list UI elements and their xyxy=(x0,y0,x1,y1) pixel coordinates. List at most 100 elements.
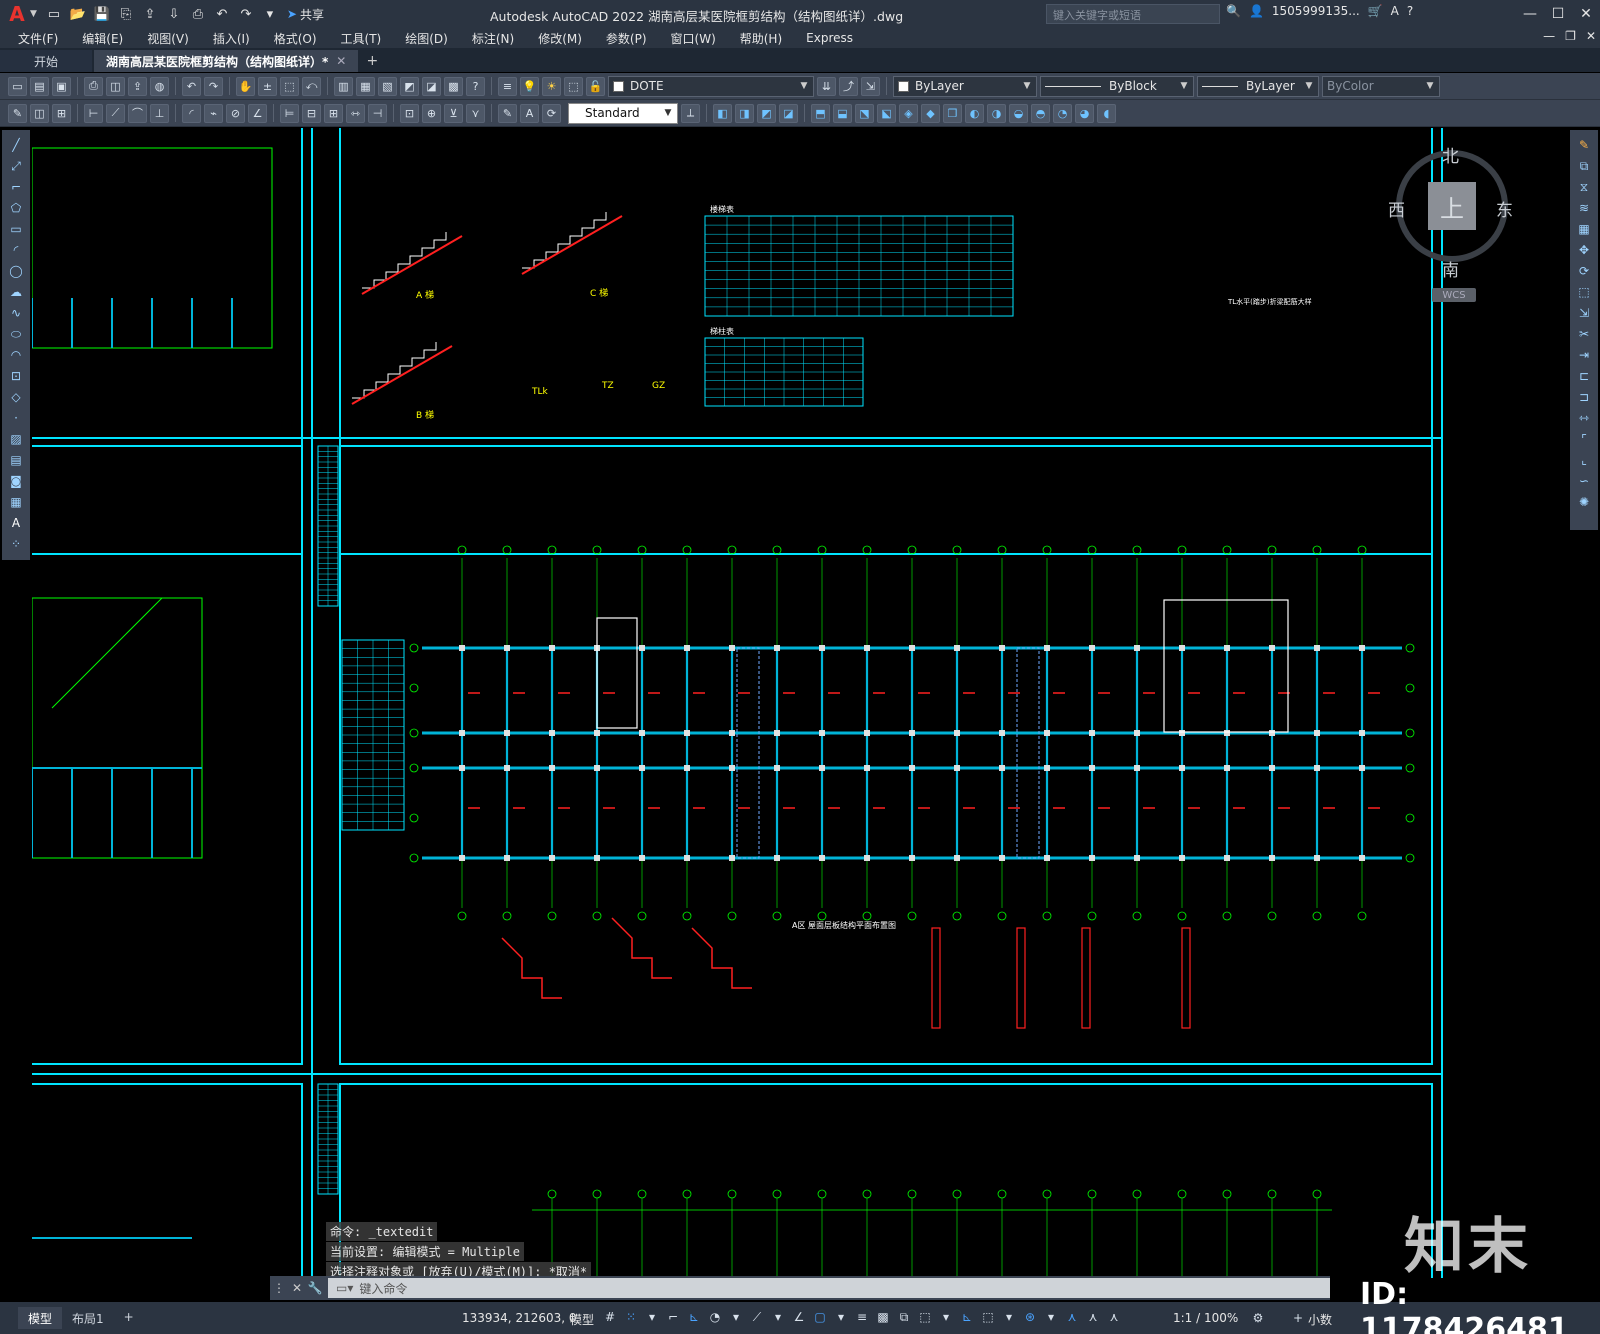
grip-icon[interactable]: ⋮ xyxy=(270,1281,288,1295)
delete-faces-icon[interactable]: ⬕ xyxy=(877,103,896,123)
3dprint-icon[interactable]: ◍ xyxy=(150,76,169,96)
ortho-icon[interactable]: ⊾ xyxy=(686,1308,702,1326)
object-snap-icon[interactable]: ▢ xyxy=(812,1308,828,1326)
color-faces-icon[interactable]: ◐ xyxy=(965,103,984,123)
chevron-down-icon[interactable]: ▾ xyxy=(728,1308,744,1326)
markup-icon[interactable]: ◪ xyxy=(422,76,441,96)
subtract-icon[interactable]: ◨ xyxy=(735,103,754,123)
region-icon[interactable]: ◙ xyxy=(6,472,26,490)
rotate-faces-icon[interactable]: ◈ xyxy=(899,103,918,123)
publish-icon[interactable]: ⇩ xyxy=(165,5,183,23)
open-icon[interactable]: 📂 xyxy=(69,5,87,23)
model-space-toggle[interactable]: 模型 xyxy=(570,1311,594,1328)
break-at-point-icon[interactable]: ⊏ xyxy=(1574,367,1594,385)
annotation-scale-icon[interactable]: ⋏ xyxy=(1106,1308,1122,1326)
match-icon[interactable]: ✎ xyxy=(8,103,27,123)
drawing-canvas[interactable]: A 梯 C 梯 B 梯 TLk TZ GZ 楼梯表 梯柱表 A区 屋面层板结构平… xyxy=(32,128,1566,1278)
arc-icon[interactable]: ◜ xyxy=(6,241,26,259)
menu-draw[interactable]: 绘图(D) xyxy=(405,30,448,47)
sheetset-icon[interactable]: ◩ xyxy=(400,76,419,96)
union-icon[interactable]: ◧ xyxy=(713,103,732,123)
revision-cloud-icon[interactable]: ☁ xyxy=(6,283,26,301)
coordinates-readout[interactable]: 133934, 212603, 0 xyxy=(462,1311,577,1325)
trim-icon[interactable]: ✂ xyxy=(1574,325,1594,343)
clean-icon[interactable]: ◓ xyxy=(1031,103,1050,123)
dim-angular-icon[interactable]: ∠ xyxy=(248,103,267,123)
menu-window[interactable]: 窗口(W) xyxy=(671,30,716,47)
add-selected-icon[interactable]: ⁘ xyxy=(6,535,26,553)
doc-restore-icon[interactable]: ❐ xyxy=(1565,29,1576,43)
ellipse-arc-icon[interactable]: ◠ xyxy=(6,346,26,364)
menu-file[interactable]: 文件(F) xyxy=(18,30,58,47)
object-snap-tracking-icon[interactable]: ∠ xyxy=(791,1308,807,1326)
settings-icon[interactable]: ⚙ xyxy=(1250,1309,1266,1327)
chevron-down-icon[interactable]: ▾ xyxy=(770,1308,786,1326)
properties-icon[interactable]: ▥ xyxy=(334,76,353,96)
rectangle-icon[interactable]: ▭ xyxy=(6,220,26,238)
viewcube[interactable]: 上 北 南 东 西 WCS xyxy=(1388,140,1516,310)
redo-icon[interactable]: ↷ xyxy=(237,5,255,23)
menu-insert[interactable]: 插入(I) xyxy=(213,30,250,47)
wcs-menu[interactable]: WCS xyxy=(1432,288,1476,302)
app-menu-chevron-icon[interactable]: ▼ xyxy=(30,9,37,19)
doc-close-icon[interactable]: ✕ xyxy=(1586,29,1596,43)
add-layout-icon[interactable]: + xyxy=(114,1307,144,1329)
help-icon[interactable]: ? xyxy=(466,76,485,96)
layer-properties-icon[interactable]: ≡ xyxy=(498,76,517,96)
offset-faces-icon[interactable]: ⬔ xyxy=(855,103,874,123)
table-icon[interactable]: ▦ xyxy=(6,493,26,511)
taper-faces-icon[interactable]: ◆ xyxy=(921,103,940,123)
copy-edges-icon[interactable]: ◑ xyxy=(987,103,1006,123)
gizmo-icon[interactable]: ⊛ xyxy=(1022,1308,1038,1326)
save-icon[interactable]: ▣ xyxy=(52,76,71,96)
ellipse-icon[interactable]: ⬭ xyxy=(6,325,26,343)
line-icon[interactable]: ╱ xyxy=(6,136,26,154)
menu-express[interactable]: Express xyxy=(806,31,853,45)
insert-block-icon[interactable]: ⊡ xyxy=(6,367,26,385)
dim-edit-icon[interactable]: ✎ xyxy=(498,103,517,123)
circle-icon[interactable]: ◯ xyxy=(6,262,26,280)
layer-lock-icon[interactable]: 🔓 xyxy=(586,76,605,96)
erase-icon[interactable]: ✎ xyxy=(1574,136,1594,154)
menu-modify[interactable]: 修改(M) xyxy=(538,30,582,47)
separate-icon[interactable]: ◔ xyxy=(1053,103,1072,123)
dim-aligned-icon[interactable]: ⟋ xyxy=(106,103,125,123)
dim-linear-icon[interactable]: ⊢ xyxy=(84,103,103,123)
break-icon[interactable]: ⊐ xyxy=(1574,388,1594,406)
customize-icon[interactable]: 🔧 xyxy=(306,1281,324,1295)
mtext-icon[interactable]: A xyxy=(6,514,26,532)
extrude-faces-icon[interactable]: ⬒ xyxy=(811,103,830,123)
polygon-icon[interactable]: ⬠ xyxy=(6,199,26,217)
fillet-icon[interactable]: ⌞ xyxy=(1574,451,1594,469)
imprint-icon[interactable]: ◒ xyxy=(1009,103,1028,123)
copy-icon[interactable]: ⧉ xyxy=(1574,157,1594,175)
chevron-down-icon[interactable]: ▾ xyxy=(938,1308,954,1326)
doc-minimize-icon[interactable]: — xyxy=(1543,29,1555,43)
isodraft-icon[interactable]: ⟋ xyxy=(749,1308,765,1326)
search-icon[interactable]: 🔍 xyxy=(1226,4,1241,18)
dim-space-icon[interactable]: ⇿ xyxy=(346,103,365,123)
dynamic-ucs-icon[interactable]: ⊾ xyxy=(959,1308,975,1326)
publish-icon[interactable]: ⇪ xyxy=(128,76,147,96)
zoom-realtime-icon[interactable]: ± xyxy=(258,76,277,96)
dim-ordinate-icon[interactable]: ⊥ xyxy=(150,103,169,123)
command-prompt-icon[interactable]: ▭▾ xyxy=(336,1281,353,1295)
polar-icon[interactable]: ◔ xyxy=(707,1308,723,1326)
snap-icon[interactable]: ⁙ xyxy=(623,1308,639,1326)
help-icon[interactable]: ? xyxy=(1407,4,1413,18)
move-faces-icon[interactable]: ⬓ xyxy=(833,103,852,123)
compass-west[interactable]: 西 xyxy=(1388,196,1405,221)
auto-scale-icon[interactable]: ⋏ xyxy=(1085,1308,1101,1326)
chevron-down-icon[interactable]: ▾ xyxy=(833,1308,849,1326)
array-icon[interactable]: ▦ xyxy=(1574,220,1594,238)
gradient-icon[interactable]: ▤ xyxy=(6,451,26,469)
dim-jogged-icon[interactable]: ⌁ xyxy=(204,103,223,123)
make-current-layer-icon[interactable]: ⇊ xyxy=(817,76,836,96)
block-icon[interactable]: ◫ xyxy=(30,103,49,123)
tab-layout1[interactable]: 布局1 xyxy=(62,1307,114,1329)
new-icon[interactable]: ▭ xyxy=(45,5,63,23)
center-mark-icon[interactable]: ⊕ xyxy=(422,103,441,123)
infer-icon[interactable]: ⌐ xyxy=(665,1308,681,1326)
dim-arc-icon[interactable]: ⌒ xyxy=(128,103,147,123)
add-icon[interactable]: + xyxy=(1290,1309,1306,1327)
